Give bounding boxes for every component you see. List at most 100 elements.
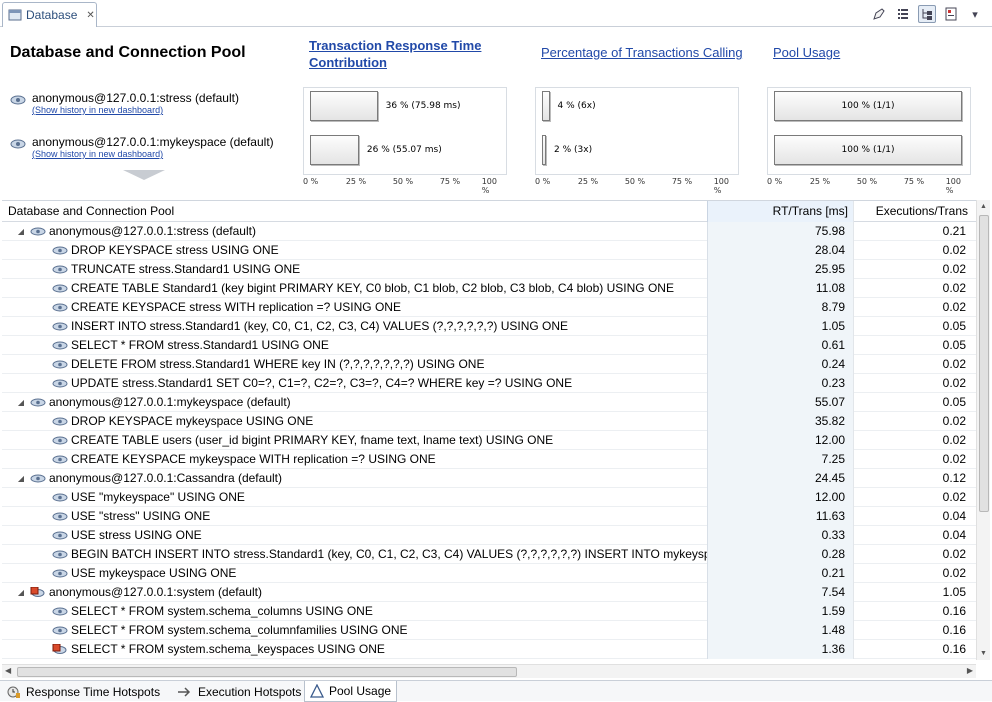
table-row[interactable]: DROP KEYSPACE stress USING ONE 28.04 0.02: [2, 241, 976, 260]
close-icon[interactable]: ✕: [86, 10, 94, 21]
table-row[interactable]: SELECT * FROM stress.Standard1 USING ONE…: [2, 336, 976, 355]
column-header-executions[interactable]: Executions/Trans: [853, 201, 976, 222]
horizontal-scroll-thumb[interactable]: [17, 667, 517, 677]
tree-expand-icon[interactable]: ◢: [16, 398, 26, 408]
executions-cell: 1.05: [853, 583, 976, 602]
rt-cell: 8.79: [707, 298, 853, 317]
row-label: USE mykeyspace USING ONE: [71, 566, 237, 580]
table-row[interactable]: CREATE KEYSPACE stress WITH replication …: [2, 298, 976, 317]
scroll-up-icon[interactable]: ▲: [980, 203, 987, 210]
row-label: CREATE KEYSPACE mykeyspace WITH replicat…: [71, 452, 436, 466]
percentage-calling-link[interactable]: Percentage of Transactions Calling: [541, 45, 743, 60]
table-row[interactable]: UPDATE stress.Standard1 SET C0=?, C1=?, …: [2, 374, 976, 393]
scroll-right-icon[interactable]: ▶: [967, 666, 973, 675]
query-icon: [52, 568, 71, 579]
x-axis-ticks: 0 % 25 % 50 % 75 % 100 %: [303, 175, 507, 195]
executions-cell: 0.02: [853, 564, 976, 583]
horizontal-scrollbar[interactable]: ◀ ▶: [2, 664, 976, 678]
row-label: USE "mykeyspace" USING ONE: [71, 490, 245, 504]
tab-execution-hotspots[interactable]: Execution Hotspots: [172, 681, 306, 702]
table-row[interactable]: CREATE KEYSPACE mykeyspace WITH replicat…: [2, 450, 976, 469]
connection-icon: [10, 95, 26, 105]
query-icon: [52, 359, 71, 370]
scroll-left-icon[interactable]: ◀: [5, 666, 11, 675]
query-icon: [52, 264, 71, 275]
table-row[interactable]: BEGIN BATCH INSERT INTO stress.Standard1…: [2, 545, 976, 564]
table-row[interactable]: USE mykeyspace USING ONE 0.21 0.02: [2, 564, 976, 583]
percentage-calling-chart: 4 % (6x) 2 % (3x): [535, 87, 739, 175]
query-icon: [52, 321, 71, 332]
axis-tick-label: 0 %: [535, 177, 551, 186]
show-history-link[interactable]: (Show history in new dashboard): [32, 149, 274, 159]
table-row[interactable]: ◢ anonymous@127.0.0.1:stress (default) 75.…: [2, 222, 976, 241]
query-icon: [52, 625, 71, 636]
row-label: anonymous@127.0.0.1:stress (default): [49, 224, 256, 238]
executions-cell: 0.05: [853, 393, 976, 412]
table-row[interactable]: USE "stress" USING ONE 11.63 0.04: [2, 507, 976, 526]
flat-list-icon[interactable]: [894, 5, 912, 23]
row-label: INSERT INTO stress.Standard1 (key, C0, C…: [71, 319, 569, 333]
rt-cell: 7.25: [707, 450, 853, 469]
tree-expand-icon[interactable]: ◢: [16, 227, 26, 237]
table-row[interactable]: SELECT * FROM system.schema_columns USIN…: [2, 602, 976, 621]
query-icon: [52, 435, 71, 446]
table-row[interactable]: CREATE TABLE Standard1 (key bigint PRIMA…: [2, 279, 976, 298]
table-header: Database and Connection Pool RT/Trans [m…: [2, 201, 976, 222]
pool-usage-link[interactable]: Pool Usage: [773, 45, 840, 60]
tab-response-time-hotspots[interactable]: Response Time Hotspots: [2, 681, 165, 702]
table-row[interactable]: ◢ anonymous@127.0.0.1:Cassandra (default)…: [2, 469, 976, 488]
connection-icon: [10, 139, 26, 149]
rt-cell: 55.07: [707, 393, 853, 412]
query-icon: [52, 549, 71, 560]
tree-expand-icon[interactable]: ◢: [16, 474, 26, 484]
executions-cell: 0.04: [853, 526, 976, 545]
table-row[interactable]: DELETE FROM stress.Standard1 WHERE key I…: [2, 355, 976, 374]
column-header-rt[interactable]: RT/Trans [ms]: [707, 201, 853, 222]
rt-cell: 0.61: [707, 336, 853, 355]
query-icon: [52, 340, 71, 351]
executions-cell: 0.02: [853, 545, 976, 564]
tab-pool-usage[interactable]: Pool Usage: [304, 681, 398, 702]
row-label: SELECT * FROM system.schema_columnfamili…: [71, 623, 408, 637]
row-label: DROP KEYSPACE stress USING ONE: [71, 243, 279, 257]
vertical-scrollbar[interactable]: ▲ ▼: [976, 200, 990, 660]
column-header-name[interactable]: Database and Connection Pool: [8, 201, 698, 222]
vertical-scroll-thumb[interactable]: [979, 215, 989, 512]
query-icon: [52, 245, 71, 256]
axis-tick-label: 0 %: [767, 177, 783, 186]
table-row[interactable]: ◢ anonymous@127.0.0.1:mykeyspace (default…: [2, 393, 976, 412]
edit-icon[interactable]: [870, 5, 888, 23]
chart-bar-label: 4 % (6x): [557, 101, 596, 111]
table-row[interactable]: SELECT * FROM system.schema_keyspaces US…: [2, 640, 976, 659]
x-axis-ticks: 0 % 25 % 50 % 75 % 100 %: [535, 175, 739, 195]
show-history-link[interactable]: (Show history in new dashboard): [32, 105, 239, 115]
connection-name: anonymous@127.0.0.1:stress (default): [32, 91, 239, 105]
axis-tick-label: 50 %: [856, 177, 878, 186]
table-row[interactable]: SELECT * FROM system.schema_columnfamili…: [2, 621, 976, 640]
layout-icon[interactable]: [942, 5, 960, 23]
response-time-contribution-link[interactable]: Transaction Response Time Contribution: [309, 37, 481, 71]
view-menu-chevron-icon[interactable]: ▾: [966, 5, 984, 23]
table-row[interactable]: USE "mykeyspace" USING ONE 12.00 0.02: [2, 488, 976, 507]
table-row[interactable]: TRUNCATE stress.Standard1 USING ONE 25.95…: [2, 260, 976, 279]
tree-expand-icon[interactable]: ◢: [16, 588, 26, 598]
rt-cell: 1.05: [707, 317, 853, 336]
rt-cell: 12.00: [707, 488, 853, 507]
row-label: CREATE KEYSPACE stress WITH replication …: [71, 300, 401, 314]
database-view-tab[interactable]: Database ✕: [2, 2, 97, 27]
table-row[interactable]: CREATE TABLE users (user_id bigint PRIMA…: [2, 431, 976, 450]
axis-tick-label: 25 %: [809, 177, 831, 186]
axis-tick-label: 0 %: [303, 177, 319, 186]
axis-tick-label: 75 %: [439, 177, 461, 186]
expand-chevron-icon[interactable]: [123, 170, 165, 182]
executions-cell: 0.05: [853, 336, 976, 355]
scroll-down-icon[interactable]: ▼: [980, 650, 987, 657]
chart-bar-label: 36 % (75.98 ms): [385, 101, 461, 111]
executions-cell: 0.16: [853, 640, 976, 659]
tree-view-icon[interactable]: [918, 5, 936, 23]
table-row[interactable]: INSERT INTO stress.Standard1 (key, C0, C…: [2, 317, 976, 336]
table-row[interactable]: ◢ anonymous@127.0.0.1:system (default) 7.5…: [2, 583, 976, 602]
table-row[interactable]: USE stress USING ONE 0.33 0.04: [2, 526, 976, 545]
axis-tick-label: 50 %: [392, 177, 414, 186]
table-row[interactable]: DROP KEYSPACE mykeyspace USING ONE 35.82 0…: [2, 412, 976, 431]
